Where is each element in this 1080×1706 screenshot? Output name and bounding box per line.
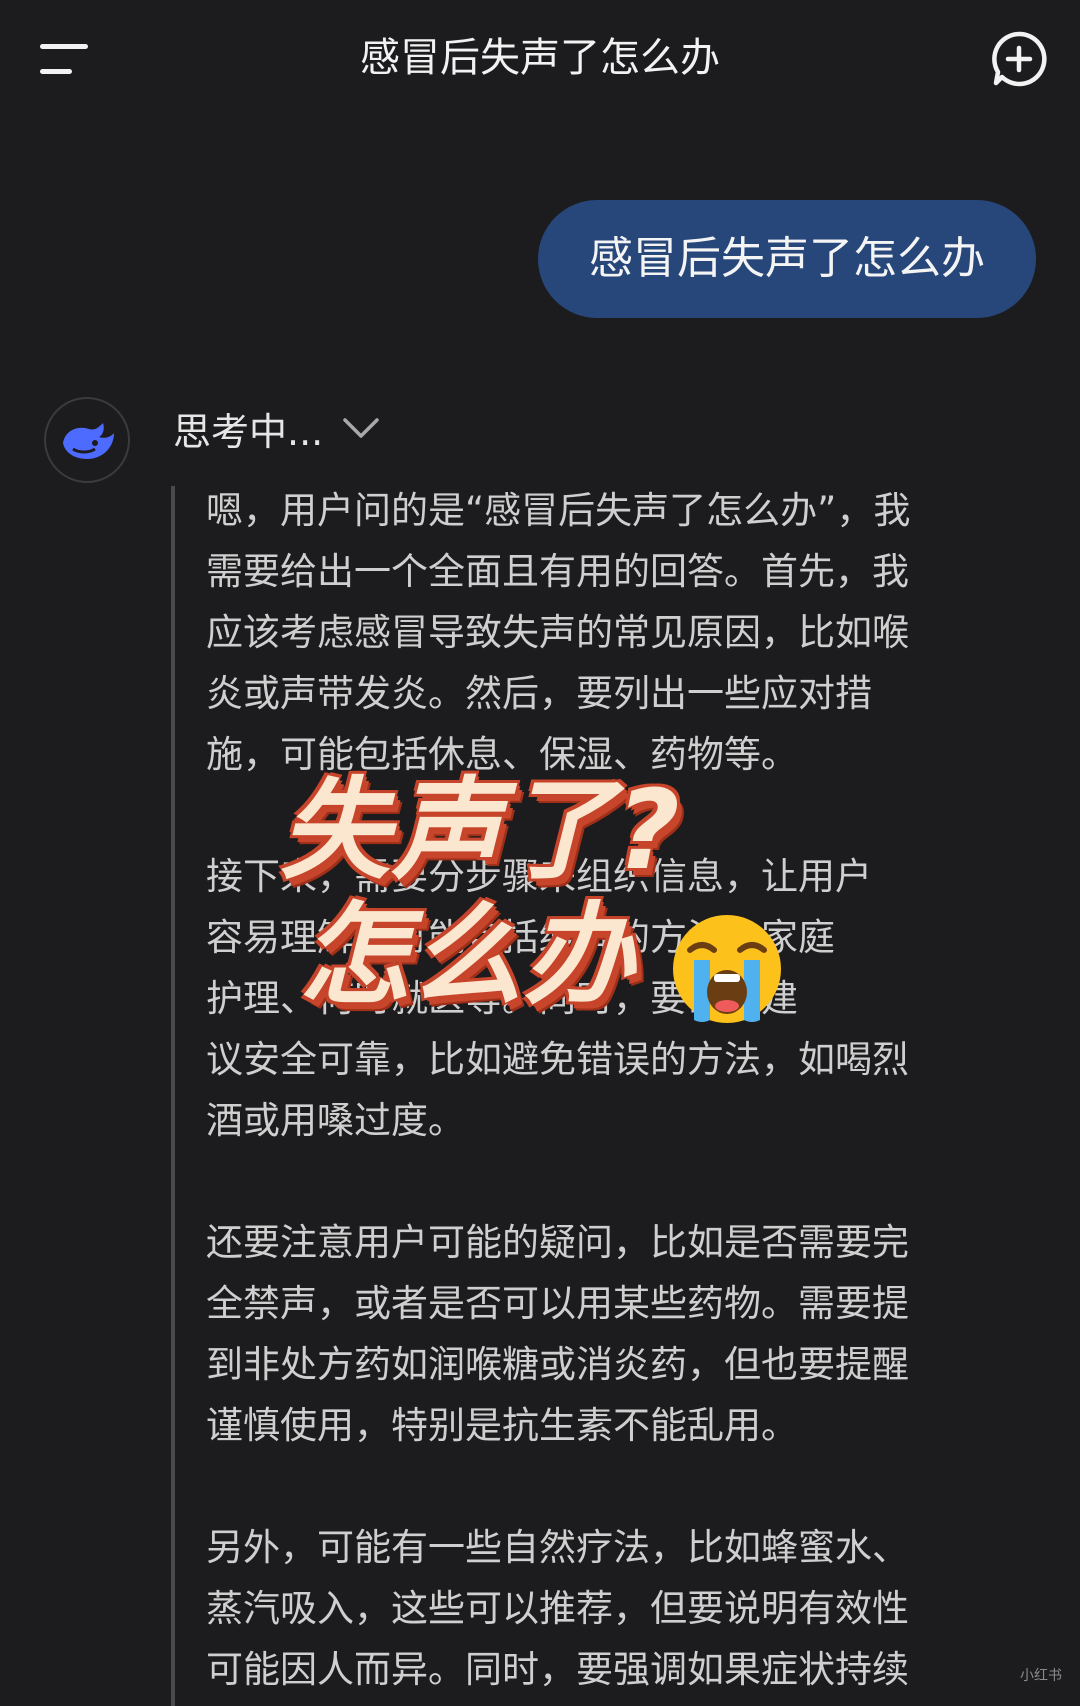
thought-line: 需要给出一个全面且有用的回答。首先，我	[206, 550, 909, 593]
thinking-label: 思考中...	[173, 409, 324, 454]
thought-line: 谨慎使用，特别是抗生素不能乱用。	[206, 1404, 798, 1447]
assistant-avatar	[44, 397, 130, 483]
user-message-bubble[interactable]: 感冒后失声了怎么办	[538, 200, 1036, 318]
thought-line: 嗯，用户问的是“感冒后失声了怎么办”，我	[206, 489, 911, 532]
user-message-text: 感冒后失声了怎么办	[589, 233, 985, 284]
thinking-toggle[interactable]: 思考中...	[173, 398, 381, 458]
thought-line: 可能因人而异。同时，要强调如果症状持续	[206, 1648, 909, 1691]
chevron-down-icon	[343, 418, 379, 438]
watermark: 小红书	[1020, 1668, 1062, 1684]
thinking-divider	[171, 486, 175, 1706]
thought-paragraph-1: 嗯，用户问的是“感冒后失声了怎么办”，我 需要给出一个全面且有用的回答。首先，我…	[206, 480, 1006, 785]
thought-line: 接下来，需要分步骤来组织信息，让用户	[206, 855, 872, 898]
menu-icon[interactable]	[40, 40, 90, 80]
thought-line: 另外，可能有一些自然疗法，比如蜂蜜水、	[206, 1526, 909, 1569]
thought-line: 炎或声带发炎。然后，要列出一些应对措	[206, 672, 872, 715]
top-bar: 感冒后失声了怎么办	[0, 0, 1080, 120]
thought-line: 护理、何时就医等。同时，要确保建	[206, 977, 798, 1020]
conversation-title: 感冒后失声了怎么办	[360, 35, 720, 81]
thought-line: 蒸汽吸入，这些可以推荐，但要说明有效性	[206, 1587, 909, 1630]
thought-line: 议安全可靠，比如避免错误的方法，如喝烈	[206, 1038, 909, 1081]
thought-paragraph-2: 接下来，需要分步骤来组织信息，让用户 容易理解。可能包括缓解的方法、家庭 护理、…	[206, 846, 1006, 1151]
new-chat-icon[interactable]	[990, 30, 1048, 88]
thought-paragraph-4: 另外，可能有一些自然疗法，比如蜂蜜水、 蒸汽吸入，这些可以推荐，但要说明有效性 …	[206, 1517, 1006, 1700]
thought-line: 容易理解。可能包括缓解的方法、家庭	[206, 916, 835, 959]
thought-line: 全禁声，或者是否可以用某些药物。需要提	[206, 1282, 909, 1325]
thought-line: 还要注意用户可能的疑问，比如是否需要完	[206, 1221, 909, 1264]
thought-line: 施，可能包括休息、保湿、药物等。	[206, 733, 798, 776]
whale-logo-icon	[63, 423, 114, 459]
thought-line: 酒或用嗓过度。	[206, 1099, 465, 1142]
thought-line: 应该考虑感冒导致失声的常见原因，比如喉	[206, 611, 909, 654]
thought-paragraph-3: 还要注意用户可能的疑问，比如是否需要完 全禁声，或者是否可以用某些药物。需要提 …	[206, 1212, 1006, 1456]
thought-line: 到非处方药如润喉糖或消炎药，但也要提醒	[206, 1343, 909, 1386]
